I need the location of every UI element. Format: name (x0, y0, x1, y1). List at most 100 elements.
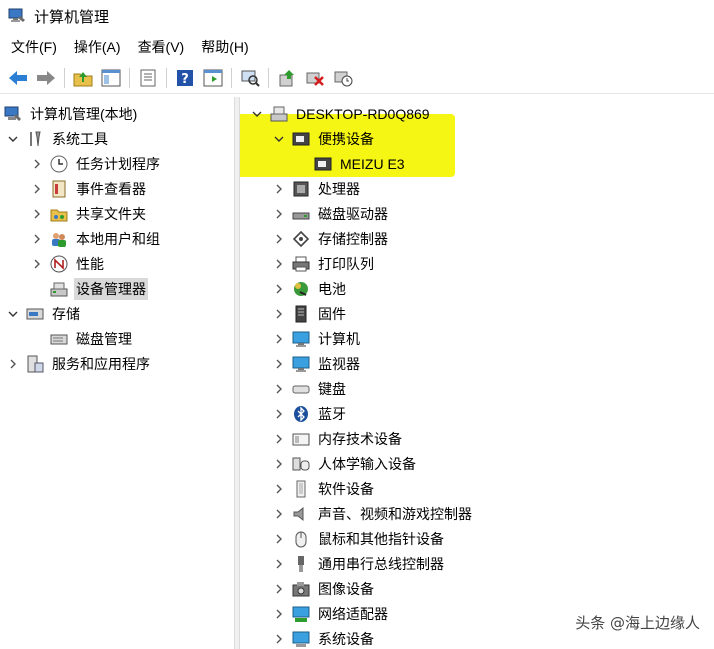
chevron-right-icon[interactable] (30, 232, 44, 246)
chevron-right-icon[interactable] (272, 632, 286, 646)
chevron-right-icon[interactable] (272, 382, 286, 396)
chevron-right-icon[interactable] (30, 207, 44, 221)
tree-item-computer[interactable]: DESKTOP-RD0Q869 (250, 101, 432, 126)
tree-item-label: 内存技术设备 (318, 430, 402, 447)
camera-icon (292, 580, 310, 598)
tree-item-label: 共享文件夹 (76, 205, 146, 222)
watermark: 头条 @海上边缘人 (575, 614, 700, 632)
chevron-right-icon[interactable] (272, 407, 286, 421)
chevron-down-icon[interactable] (250, 107, 264, 121)
tree-item-network-adapters[interactable]: 网络适配器 (272, 601, 390, 626)
tree-item-monitors[interactable]: 监视器 (272, 351, 362, 376)
tree-item-disk-drives[interactable]: 磁盘驱动器 (272, 201, 390, 226)
tree-item-processors[interactable]: 处理器 (272, 176, 362, 201)
chevron-right-icon[interactable] (272, 532, 286, 546)
help-icon[interactable]: ? (173, 66, 197, 90)
tree-item-services-apps[interactable]: 服务和应用程序 (6, 351, 152, 376)
tree-item-software-devices[interactable]: 软件设备 (272, 476, 376, 501)
event-log-icon (50, 180, 68, 198)
chevron-right-icon[interactable] (272, 457, 286, 471)
properties-icon[interactable] (136, 66, 160, 90)
tree-item-device-manager[interactable]: 设备管理器 (50, 276, 148, 301)
tree-item-label: 磁盘管理 (76, 330, 132, 347)
tree-item-label: 蓝牙 (318, 405, 346, 422)
show-action-pane-icon[interactable] (201, 66, 225, 90)
chevron-right-icon[interactable] (272, 182, 286, 196)
chevron-right-icon[interactable] (30, 257, 44, 271)
tree-item-system-tools[interactable]: 系统工具 (6, 126, 110, 151)
menu-view[interactable]: 查看(V) (131, 35, 192, 59)
chevron-right-icon[interactable] (272, 432, 286, 446)
chevron-down-icon[interactable] (272, 132, 286, 146)
up-folder-icon[interactable] (71, 66, 95, 90)
chevron-down-icon[interactable] (6, 132, 20, 146)
tree-item-storage[interactable]: 存储 (6, 301, 82, 326)
chevron-right-icon[interactable] (272, 307, 286, 321)
tree-item-label: 通用串行总线控制器 (318, 555, 444, 572)
tree-item-sound-video[interactable]: 声音、视频和游戏控制器 (272, 501, 474, 526)
chevron-right-icon[interactable] (30, 182, 44, 196)
tree-item-disk-management[interactable]: 磁盘管理 (50, 326, 134, 351)
back-icon[interactable] (6, 66, 30, 90)
chevron-right-icon[interactable] (272, 557, 286, 571)
tree-item-event-viewer[interactable]: 事件查看器 (30, 176, 148, 201)
tree-item-usb-controllers[interactable]: 通用串行总线控制器 (272, 551, 446, 576)
tree-item-label: 键盘 (318, 380, 346, 397)
chevron-right-icon[interactable] (272, 282, 286, 296)
menu-action[interactable]: 操作(A) (67, 35, 128, 59)
tree-item-label: 存储 (52, 305, 80, 322)
tree-item-batteries[interactable]: 电池 (272, 276, 348, 301)
chevron-right-icon[interactable] (272, 607, 286, 621)
portable-device-icon (292, 130, 310, 148)
tree-item-performance[interactable]: 性能 (30, 251, 106, 276)
tree-item-label: 监视器 (318, 355, 360, 372)
tree-item-label: 鼠标和其他指针设备 (318, 530, 444, 547)
tree-item-print-queues[interactable]: 打印队列 (272, 251, 376, 276)
chevron-right-icon[interactable] (272, 332, 286, 346)
tree-item-root[interactable]: 计算机管理(本地) (4, 101, 139, 126)
update-driver-icon[interactable] (275, 66, 299, 90)
uninstall-device-icon[interactable] (303, 66, 327, 90)
tree-item-label: 图像设备 (318, 580, 374, 597)
tree-item-bluetooth[interactable]: 蓝牙 (272, 401, 348, 426)
disable-device-icon[interactable] (331, 66, 355, 90)
tree-item-system-devices[interactable]: 系统设备 (272, 626, 376, 649)
tree-item-firmware[interactable]: 固件 (272, 301, 348, 326)
tree-item-label: 性能 (76, 255, 104, 272)
tree-item-label: 网络适配器 (318, 605, 388, 622)
tree-item-computer-category[interactable]: 计算机 (272, 326, 362, 351)
menu-file[interactable]: 文件(F) (4, 35, 64, 59)
menu-bar: 文件(F) 操作(A) 查看(V) 帮助(H) (0, 34, 714, 60)
chevron-right-icon[interactable] (272, 357, 286, 371)
tree-item-label: 本地用户和组 (76, 230, 160, 247)
menu-help[interactable]: 帮助(H) (194, 35, 255, 59)
tree-item-local-users[interactable]: 本地用户和组 (30, 226, 162, 251)
tree-item-mice[interactable]: 鼠标和其他指针设备 (272, 526, 446, 551)
battery-icon (292, 280, 310, 298)
chevron-right-icon[interactable] (272, 232, 286, 246)
tree-item-memory-tech[interactable]: 内存技术设备 (272, 426, 404, 451)
chevron-right-icon[interactable] (272, 257, 286, 271)
chevron-down-icon[interactable] (6, 307, 20, 321)
tree-item-hid[interactable]: 人体学输入设备 (272, 451, 418, 476)
shared-folder-icon (50, 205, 68, 223)
chevron-right-icon[interactable] (30, 157, 44, 171)
chevron-right-icon[interactable] (272, 482, 286, 496)
scan-hardware-icon[interactable] (238, 66, 262, 90)
tree-item-shared-folders[interactable]: 共享文件夹 (30, 201, 148, 226)
forward-icon[interactable] (34, 66, 58, 90)
monitor-icon (292, 330, 310, 348)
tree-item-meizu-e3[interactable]: MEIZU E3 (314, 151, 407, 176)
tree-item-imaging-devices[interactable]: 图像设备 (272, 576, 376, 601)
chevron-right-icon[interactable] (6, 357, 20, 371)
tools-icon (26, 130, 44, 148)
chevron-right-icon[interactable] (272, 207, 286, 221)
tree-item-task-scheduler[interactable]: 任务计划程序 (30, 151, 162, 176)
software-device-icon (292, 480, 310, 498)
chevron-right-icon[interactable] (272, 507, 286, 521)
show-hide-tree-icon[interactable] (99, 66, 123, 90)
tree-item-storage-controllers[interactable]: 存储控制器 (272, 226, 390, 251)
tree-item-portable-devices[interactable]: 便携设备 (272, 126, 376, 151)
chevron-right-icon[interactable] (272, 582, 286, 596)
tree-item-keyboards[interactable]: 键盘 (272, 376, 348, 401)
